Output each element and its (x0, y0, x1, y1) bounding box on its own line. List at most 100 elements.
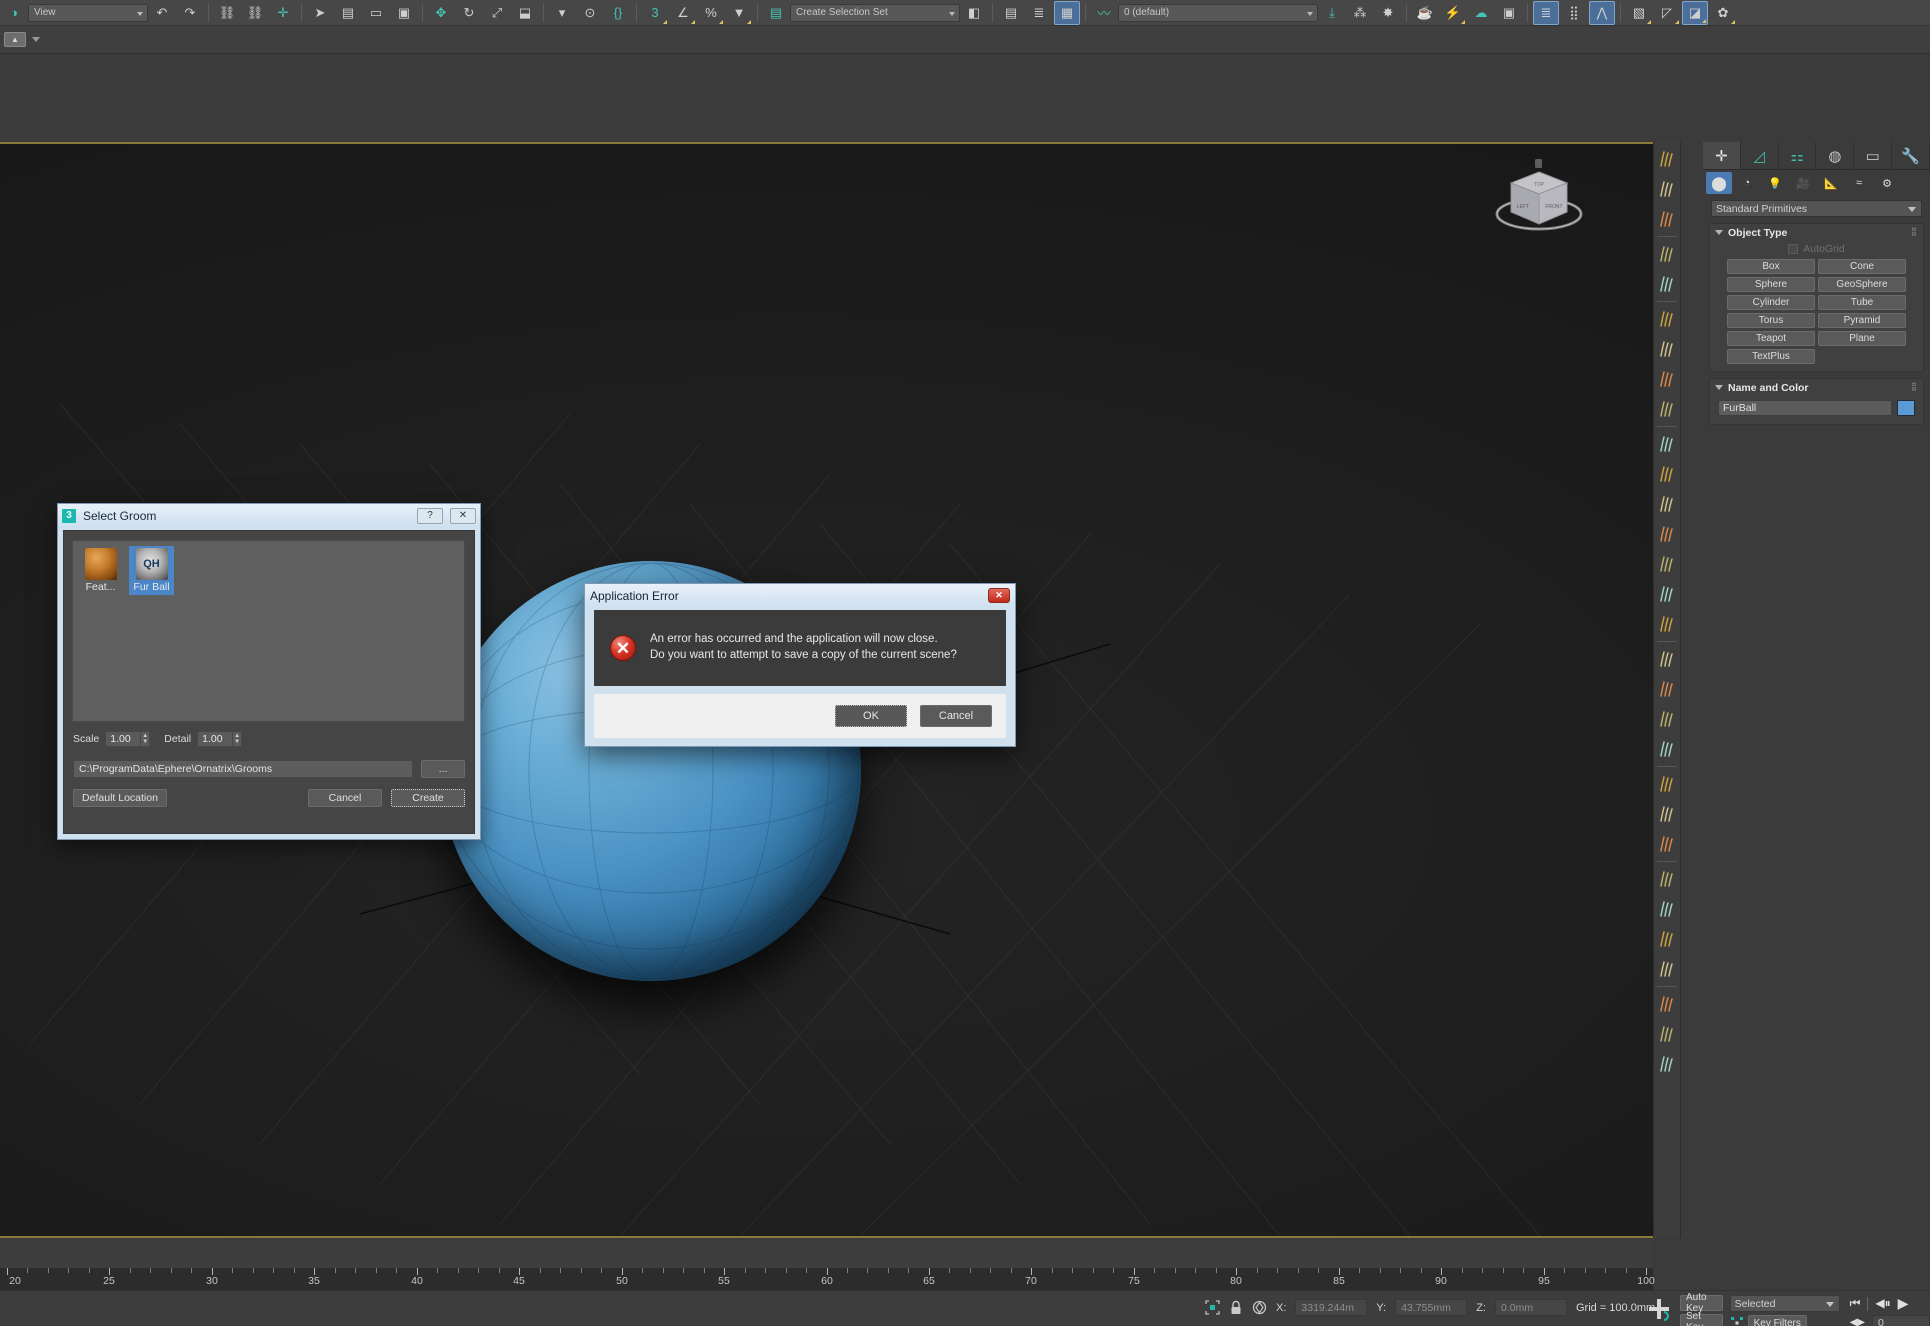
groom-path-input[interactable]: C:\ProgramData\Ephere\Ornatrix\Grooms (73, 760, 413, 778)
geometry-subtab[interactable]: ⬤ (1706, 172, 1732, 194)
strand-groups-icon[interactable] (1654, 799, 1680, 829)
named-selection-combo[interactable]: Create Selection Set (790, 4, 960, 22)
layer-combo[interactable]: 0 (default) (1118, 4, 1318, 22)
cancel-button[interactable]: Cancel (920, 705, 992, 727)
close-icon[interactable]: ✕ (450, 508, 476, 524)
project-folder-icon[interactable]: ⋀ (1589, 1, 1615, 25)
command-panel-tabs[interactable]: ✛◿⚏◍▭🔧 (1703, 142, 1930, 170)
isolate-selection-icon[interactable] (1252, 1300, 1267, 1315)
key-mode-icon[interactable]: ◀▶ (1850, 1317, 1865, 1326)
detail-stepper[interactable]: ▲▼ (233, 731, 242, 747)
object-type-button-sphere[interactable]: Sphere (1727, 277, 1815, 292)
ribbon-minimize-icon[interactable]: ▲ (4, 32, 26, 47)
window-crossing-icon[interactable]: ▣ (391, 1, 417, 25)
browse-button[interactable]: ... (421, 760, 465, 778)
gravity-icon[interactable] (1654, 519, 1680, 549)
object-name-input[interactable]: FurBall (1718, 400, 1892, 416)
select-link-icon[interactable]: ⛓ (214, 1, 240, 25)
object-type-buttons[interactable]: BoxConeSphereGeoSphereCylinderTubeTorusP… (1710, 257, 1923, 371)
motion-tab[interactable]: ◍ (1816, 142, 1854, 169)
undo-icon[interactable]: ↶ (149, 1, 175, 25)
object-color-swatch[interactable] (1897, 400, 1915, 416)
render-production-icon[interactable]: ☁ (1468, 1, 1494, 25)
placement-icon[interactable]: ⬓ (512, 1, 538, 25)
ok-button[interactable]: OK (835, 705, 907, 727)
curl-icon[interactable] (1654, 394, 1680, 424)
systems-subtab[interactable]: ⚙ (1874, 172, 1900, 194)
display-tab[interactable]: ▭ (1854, 142, 1892, 169)
shapes-subtab[interactable]: ◔ (1734, 172, 1760, 194)
viewcube[interactable]: TOP LEFT FRONT (1491, 158, 1587, 244)
object-type-button-cylinder[interactable]: Cylinder (1727, 295, 1815, 310)
application-error-dialog[interactable]: Application Error ✕ ✕ An error has occur… (584, 583, 1016, 747)
strand-multiplier-icon[interactable] (1654, 459, 1680, 489)
create-button[interactable]: Create (391, 789, 465, 807)
key-filters-button[interactable]: Key Filters (1748, 1315, 1807, 1326)
object-type-button-textplus[interactable]: TextPlus (1727, 349, 1815, 364)
curve-editor-icon[interactable]: ⤓ (1319, 1, 1345, 25)
hierarchy-tab[interactable]: ⚏ (1779, 142, 1817, 169)
mesh-from-strands-icon[interactable] (1654, 609, 1680, 639)
groom-list[interactable]: Feat... QH Fur Ball (72, 540, 465, 722)
modify-tab[interactable]: ◿ (1741, 142, 1779, 169)
select-groom-titlebar[interactable]: 3 Select Groom ? ✕ (58, 504, 480, 527)
cancel-button[interactable]: Cancel (308, 789, 382, 807)
object-type-button-box[interactable]: Box (1727, 259, 1815, 274)
clump-icon[interactable] (1654, 364, 1680, 394)
select-and-manipulate-icon[interactable]: {} (605, 1, 631, 25)
render-frame-icon[interactable]: ⚡ (1440, 1, 1466, 25)
primitive-category-dropdown[interactable]: Standard Primitives (1711, 200, 1922, 217)
key-selection-combo[interactable]: Selected (1730, 1295, 1840, 1312)
go-to-start-icon[interactable]: ⏮ (1850, 1296, 1861, 1311)
percent-snap-icon[interactable]: % (698, 1, 724, 25)
select-object-icon[interactable]: ➤ (307, 1, 333, 25)
mirror-icon[interactable]: ◧ (961, 1, 987, 25)
braid-guides-icon[interactable] (1654, 829, 1680, 859)
y-coord-field[interactable]: 43.755mm (1395, 1299, 1467, 1316)
view-combo[interactable]: View (28, 4, 148, 22)
ground-strands-icon[interactable] (1654, 304, 1680, 334)
render-iterative-icon[interactable]: ▣ (1496, 1, 1522, 25)
hair-from-guides-icon[interactable] (1654, 269, 1680, 299)
select-and-scale-icon[interactable]: ⤢ (484, 1, 510, 25)
previous-frame-icon[interactable]: ◀⏸ (1875, 1296, 1890, 1311)
autogrid-checkbox[interactable] (1788, 244, 1798, 254)
close-icon[interactable]: ✕ (988, 588, 1010, 603)
create-tab[interactable]: ✛ (1703, 142, 1741, 169)
object-type-button-torus[interactable]: Torus (1727, 313, 1815, 328)
render-settings-icon[interactable] (1654, 674, 1680, 704)
object-type-button-tube[interactable]: Tube (1818, 295, 1906, 310)
object-type-button-pyramid[interactable]: Pyramid (1818, 313, 1906, 328)
snaps-toggle-icon[interactable]: 3 (642, 1, 668, 25)
surface-comb-icon[interactable] (1654, 579, 1680, 609)
quick-render-icon[interactable]: ◪ (1682, 1, 1708, 25)
strand-symmetry-icon[interactable] (1654, 644, 1680, 674)
resolve-collisions-icon[interactable] (1654, 989, 1680, 1019)
play-animation-icon[interactable]: ▶ (1898, 1295, 1909, 1312)
select-groom-dialog[interactable]: 3 Select Groom ? ✕ Feat... QH Fur Ball S… (57, 503, 481, 840)
length-icon[interactable] (1654, 429, 1680, 459)
groom-item-fur-ball[interactable]: QH Fur Ball (129, 546, 174, 595)
lock-icon[interactable] (1229, 1300, 1243, 1315)
scale-input[interactable]: 1.00 (105, 731, 141, 747)
moov-physics-icon[interactable] (1654, 1049, 1680, 1079)
timeline-ruler[interactable]: 20253035404550556065707580859095100 (0, 1268, 1653, 1290)
set-keys-icon[interactable] (1730, 1316, 1744, 1326)
object-type-button-plane[interactable]: Plane (1818, 331, 1906, 346)
scale-stepper[interactable]: ▲▼ (141, 731, 150, 747)
add-hair-from-guides-icon[interactable] (1654, 144, 1680, 174)
current-frame-field[interactable]: 0 (1872, 1315, 1930, 1326)
helpers-subtab[interactable]: 📐 (1818, 172, 1844, 194)
adopt-external-guides-icon[interactable] (1654, 954, 1680, 984)
guides-from-shape-icon[interactable] (1654, 734, 1680, 764)
guides-from-mesh-icon[interactable] (1654, 239, 1680, 269)
light-grid-icon[interactable]: ▧ (1626, 1, 1652, 25)
set-key-button[interactable]: Set Key (1680, 1314, 1723, 1326)
select-by-name-icon[interactable]: ▤ (335, 1, 361, 25)
default-location-button[interactable]: Default Location (73, 789, 167, 807)
layer-explorer-icon[interactable]: ≣ (1026, 1, 1052, 25)
ornatrix-toolbar[interactable] (1653, 142, 1681, 1238)
lights-subtab[interactable]: 💡 (1762, 172, 1788, 194)
ribbon-toggle-icon[interactable]: 〰 (1091, 1, 1117, 25)
groom-item-feather[interactable]: Feat... (78, 546, 123, 595)
